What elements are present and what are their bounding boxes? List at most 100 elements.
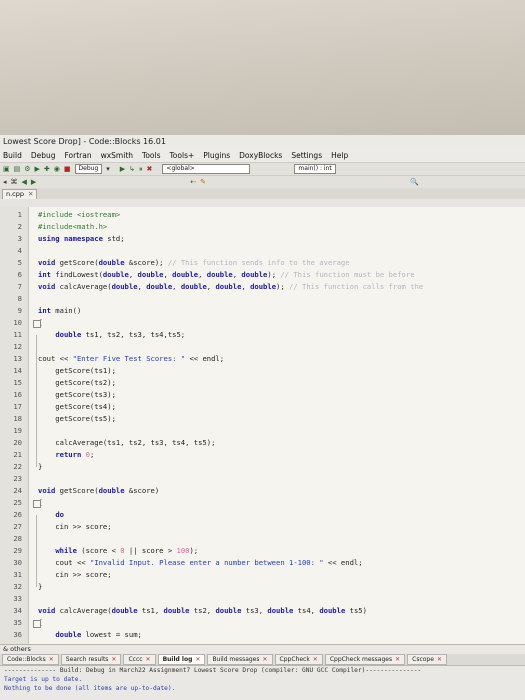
window-title: Lowest Score Drop] - Code::Blocks 16.01: [0, 135, 525, 149]
tab-source-file[interactable]: n.cpp ✕: [2, 189, 38, 199]
code-editor[interactable]: 1 #include <iostream> 2 #include<math.h> 3 us…: [0, 207, 525, 644]
line-number: 1: [17, 210, 22, 219]
menu-help[interactable]: Help: [331, 149, 348, 162]
code-text: int findLowest(double, double, double, d…: [38, 270, 415, 279]
line-number: 21: [13, 450, 22, 459]
bookmark-icon[interactable]: ⌘: [11, 178, 18, 186]
line-number: 30: [13, 558, 22, 567]
line-number: 5: [17, 258, 22, 267]
close-icon[interactable]: ✕: [49, 656, 54, 663]
code-text: calcAverage(ts1, ts2, ts3, ts4, ts5);: [38, 438, 216, 447]
close-icon[interactable]: ✕: [111, 656, 116, 663]
line-number: 25: [13, 498, 22, 507]
run-icon[interactable]: ▶: [35, 165, 40, 173]
line-number: 10: [13, 318, 22, 327]
menu-doxyblocks[interactable]: DoxyBlocks: [239, 149, 282, 162]
scope-select[interactable]: <global>: [162, 164, 251, 174]
line-number: 19: [13, 426, 22, 435]
debug-stop-icon[interactable]: ✖: [147, 165, 153, 173]
photo-backdrop: [0, 0, 525, 135]
line-number: 31: [13, 570, 22, 579]
code-text: double ts1, ts2, ts3, ts4,ts5;: [55, 330, 186, 339]
logs-tab-cccc[interactable]: Cccc ✕: [123, 654, 156, 665]
logs-tab-label: Build log: [162, 656, 193, 663]
open-file-icon[interactable]: ▣: [3, 165, 10, 173]
code-text: do: [55, 510, 64, 519]
fold-guide: [36, 335, 37, 467]
logs-tab-label: Cccc: [128, 656, 143, 663]
line-number: 17: [13, 402, 22, 411]
code-text: using namespace std;: [38, 234, 125, 243]
code-text: #include <iostream>: [38, 210, 121, 219]
line-number: 11: [13, 330, 22, 339]
logs-tab-code-blocks[interactable]: Code::Blocks ✕: [2, 654, 59, 665]
code-text: void calcAverage(double ts1, double ts2,…: [38, 606, 367, 615]
build-log-output: -------------- Build: Debug in March22 A…: [0, 666, 525, 693]
code-text: getScore(ts3);: [38, 390, 116, 399]
menu-settings[interactable]: Settings: [291, 149, 322, 162]
line-number: 8: [17, 294, 22, 303]
line-number: 9: [17, 306, 22, 315]
code-text: void getScore(double &score): [38, 486, 160, 495]
close-icon[interactable]: ✕: [146, 656, 151, 663]
fold-toggle-icon[interactable]: [33, 620, 41, 628]
build-run-icon[interactable]: ✚: [44, 165, 50, 173]
line-number: 27: [13, 522, 22, 531]
debug-step-icon[interactable]: ↳: [129, 165, 135, 173]
back-icon[interactable]: ◂: [3, 178, 7, 186]
code-text: getScore(ts2);: [38, 378, 116, 387]
menu-plugins[interactable]: Plugins: [203, 149, 230, 162]
menu-build[interactable]: Build: [3, 149, 22, 162]
line-number: 15: [13, 378, 22, 387]
menu-fortran[interactable]: Fortran: [65, 149, 92, 162]
line-number: 16: [13, 390, 22, 399]
chevron-down-icon[interactable]: ▾: [106, 165, 110, 173]
menu-bar: Build Debug Fortran wxSmith Tools Tools+ Plugi…: [0, 149, 525, 162]
close-icon[interactable]: ✕: [313, 656, 318, 663]
line-number: 33: [13, 594, 22, 603]
logs-tab-label: Search results: [65, 656, 109, 663]
highlight-icon[interactable]: ✎: [200, 178, 206, 186]
build-target-select[interactable]: Debug: [74, 164, 103, 174]
close-icon[interactable]: ✕: [28, 190, 33, 198]
close-icon[interactable]: ✕: [195, 656, 200, 663]
arrow-left-icon[interactable]: ◀: [22, 178, 27, 186]
close-icon[interactable]: ✕: [263, 656, 268, 663]
fold-toggle-icon[interactable]: [33, 500, 41, 508]
code-text: void getScore(double &score); // This fu…: [38, 258, 350, 267]
line-number: 29: [13, 546, 22, 555]
debug-run-icon[interactable]: ▶: [120, 165, 125, 173]
logs-tab-build-log[interactable]: Build log ✕: [157, 654, 206, 665]
stop-icon[interactable]: ■: [64, 165, 71, 173]
menu-tools[interactable]: Tools: [142, 149, 160, 162]
logs-tab-build-messages[interactable]: Build messages ✕: [207, 654, 273, 665]
close-icon[interactable]: ✕: [395, 656, 400, 663]
code-text: cout << "Enter Five Test Scores: " << en…: [38, 354, 225, 363]
close-icon[interactable]: ✕: [437, 656, 442, 663]
logs-tab-cppcheck[interactable]: CppCheck ✕: [274, 654, 323, 665]
code-text: cin >> score;: [38, 522, 112, 531]
function-select[interactable]: main() : int: [294, 164, 336, 174]
line-number: 12: [13, 342, 22, 351]
menu-wxsmith[interactable]: wxSmith: [101, 149, 133, 162]
logs-tab-cppcheck-messages[interactable]: CppCheck messages ✕: [324, 654, 406, 665]
zoom-icon[interactable]: 🔍: [410, 178, 419, 186]
debug-pause-icon[interactable]: ⏸: [139, 165, 143, 174]
menu-tools-[interactable]: Tools+: [170, 149, 195, 162]
fold-toggle-icon[interactable]: [33, 320, 41, 328]
build-gear-icon[interactable]: ⚙: [24, 165, 30, 173]
arrow-right-icon[interactable]: ▶: [31, 178, 36, 186]
code-text: while (score < 0 || score > 100);: [55, 546, 199, 555]
menu-debug[interactable]: Debug: [31, 149, 56, 162]
tab-label: n.cpp: [6, 190, 25, 198]
code-text: return 0;: [55, 450, 95, 459]
line-number: 20: [13, 438, 22, 447]
fold-guide: [36, 515, 37, 587]
logs-tab-cscope[interactable]: Cscope ✕: [407, 654, 447, 665]
rebuild-icon[interactable]: ◉: [54, 165, 60, 173]
logs-tab-label: CppCheck messages: [329, 656, 393, 663]
save-icon[interactable]: ▤: [14, 165, 21, 173]
logs-tab-search-results[interactable]: Search results ✕: [60, 654, 122, 665]
jump-icon[interactable]: ⇠: [190, 178, 196, 186]
logs-panel: & others Code::Blocks ✕ Search results ✕ Ccc…: [0, 644, 525, 700]
